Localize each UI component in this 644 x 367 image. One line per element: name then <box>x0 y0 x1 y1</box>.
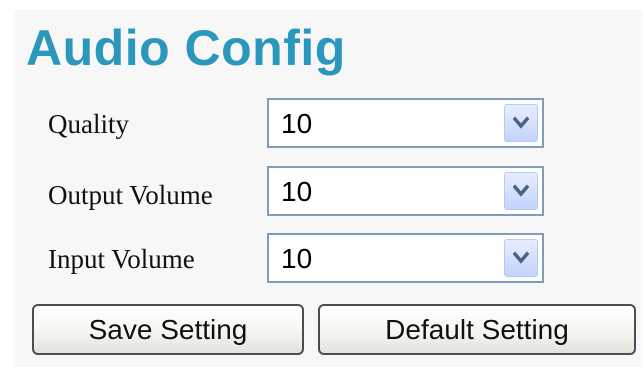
quality-label: Quality <box>48 109 129 139</box>
input-volume-select[interactable]: 10 <box>267 233 544 283</box>
input-volume-label: Input Volume <box>48 244 195 274</box>
input-volume-value: 10 <box>281 243 313 274</box>
chevron-down-icon <box>513 184 529 197</box>
quality-value: 10 <box>281 108 313 139</box>
quality-dropdown-button[interactable] <box>504 104 538 142</box>
output-volume-label: Output Volume <box>48 180 213 210</box>
default-setting-button[interactable]: Default Setting <box>318 304 636 355</box>
input-volume-dropdown-button[interactable] <box>504 239 538 277</box>
output-volume-select[interactable]: 10 <box>267 166 544 216</box>
chevron-down-icon <box>513 251 529 264</box>
page-title: Audio Config <box>26 20 346 76</box>
output-volume-dropdown-button[interactable] <box>504 172 538 210</box>
output-volume-value: 10 <box>281 176 313 207</box>
chevron-down-icon <box>513 116 529 129</box>
save-setting-button[interactable]: Save Setting <box>32 304 304 355</box>
quality-select[interactable]: 10 <box>267 98 544 148</box>
